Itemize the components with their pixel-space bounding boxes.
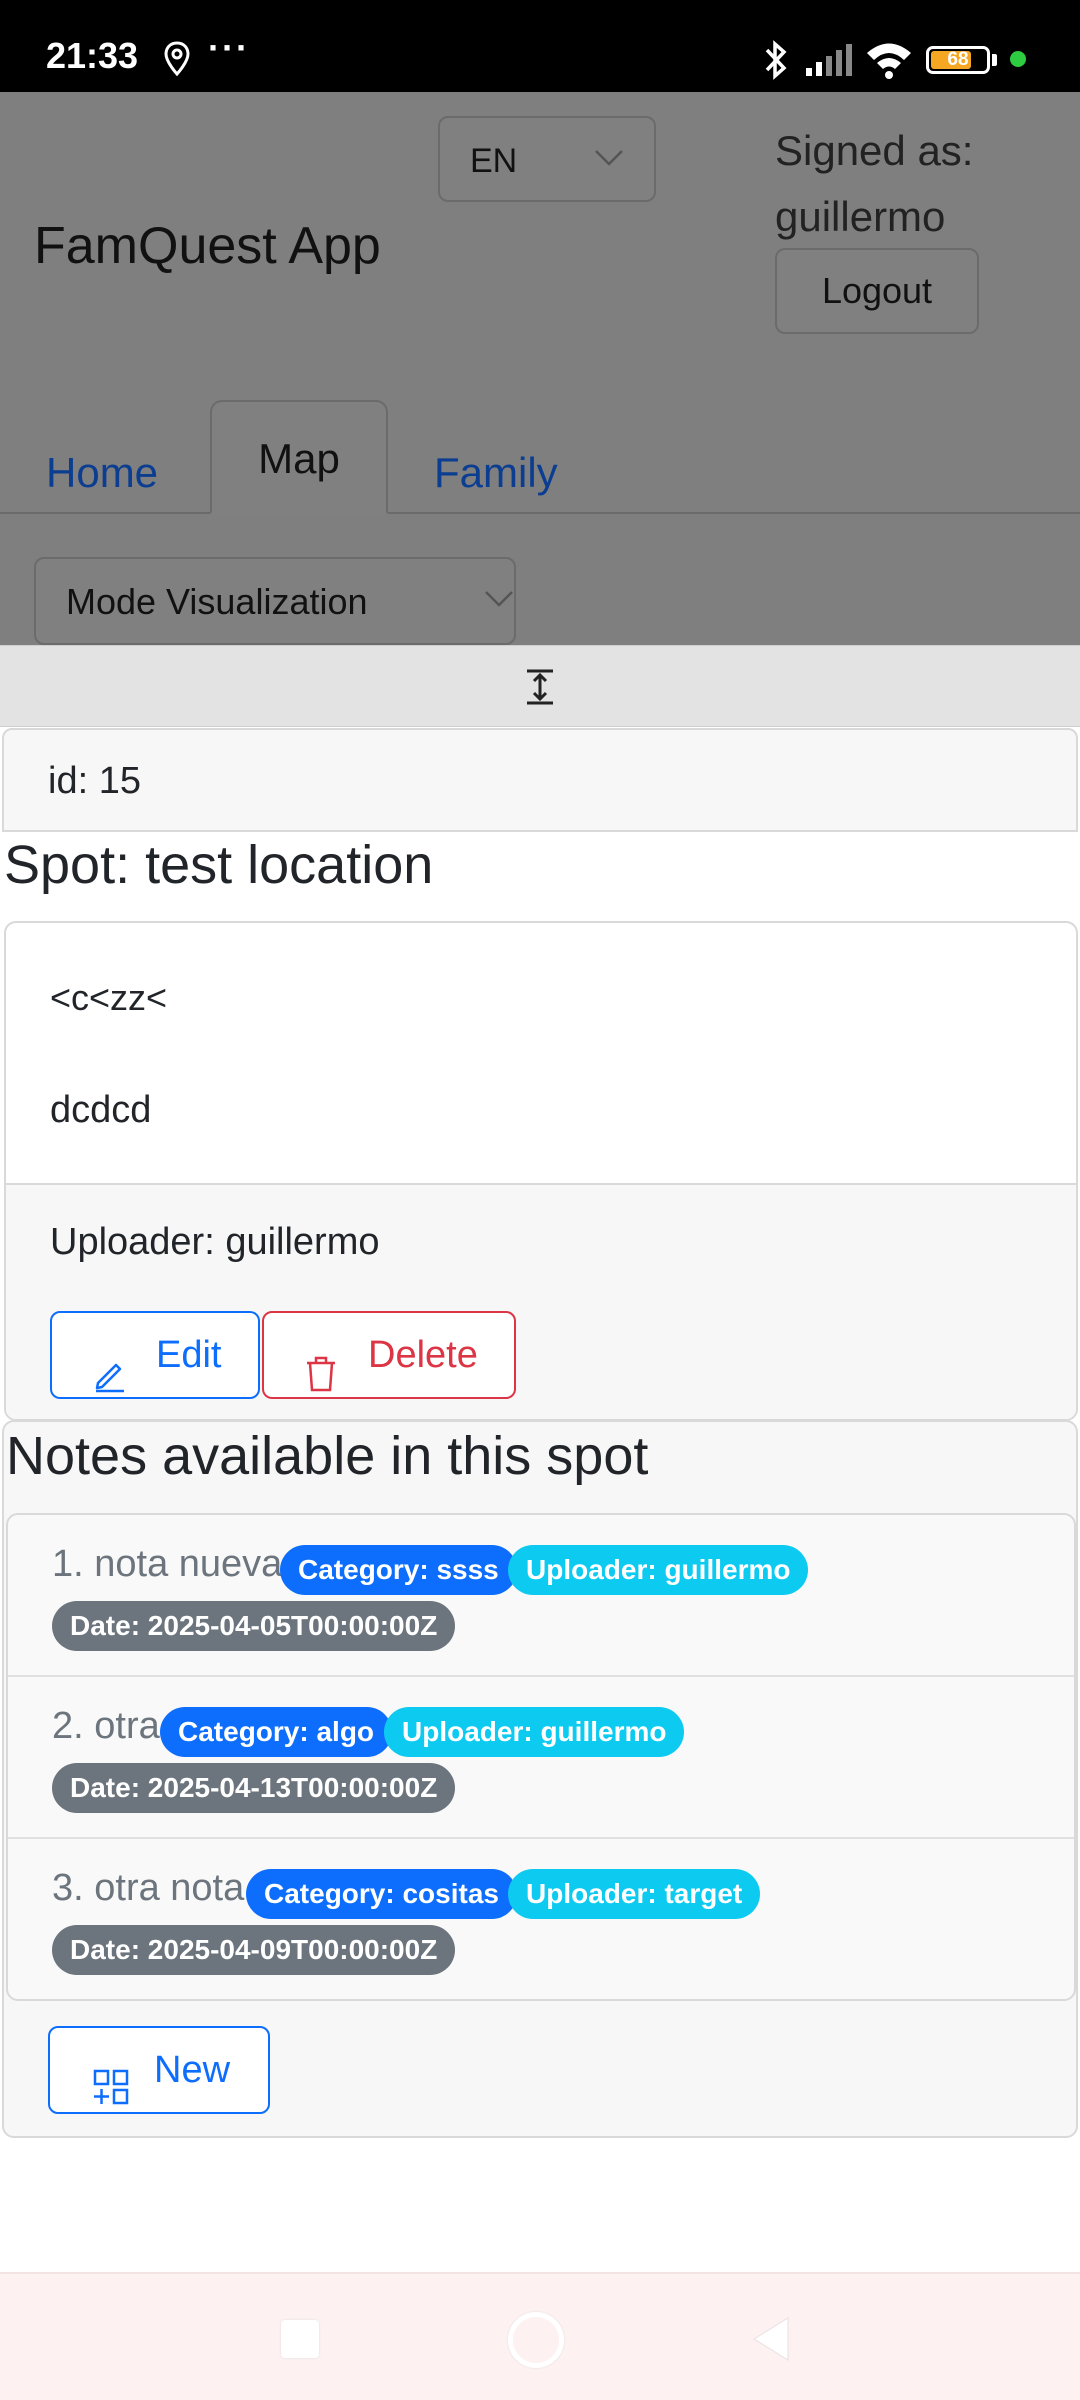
location-icon xyxy=(162,40,192,85)
list-item[interactable]: 2. otra Category: algo Uploader: guiller… xyxy=(8,1677,1074,1839)
notes-list: 1. nota nueva Category: ssss Uploader: g… xyxy=(6,1513,1076,2001)
app-title: FamQuest App xyxy=(34,217,381,275)
new-note-label: New xyxy=(154,2049,231,2091)
uploader-badge: Uploader: guillermo xyxy=(384,1707,685,1757)
spot-footer: Uploader: guillermo Edit Delete xyxy=(6,1185,1076,1419)
tab-map[interactable]: Map xyxy=(210,400,388,514)
resize-vertical-icon xyxy=(524,668,556,711)
list-item[interactable]: 3. otra nota Category: cositas Uploader:… xyxy=(8,1839,1074,1999)
spot-uploader: Uploader: guillermo xyxy=(50,1221,380,1263)
recent-apps-button[interactable] xyxy=(281,2320,319,2358)
spot-description-line-1: <c<zz< xyxy=(50,977,168,1018)
status-bar: 21:33 ··· 68 xyxy=(0,0,1080,92)
battery-level: 68 xyxy=(947,49,969,70)
more-dots-icon: ··· xyxy=(208,27,250,68)
category-badge: Category: cositas xyxy=(246,1869,517,1919)
notification-dot xyxy=(1010,51,1026,67)
panel-resize-handle[interactable] xyxy=(0,645,1080,727)
date-badge: Date: 2025-04-13T00:00:00Z xyxy=(52,1763,456,1813)
back-icon[interactable] xyxy=(748,2314,792,2369)
mode-select-value: Mode Visualization xyxy=(66,581,368,622)
spot-card: <c<zz< dcdcd Uploader: guillermo Edit De… xyxy=(4,921,1078,1421)
category-badge: Category: algo xyxy=(160,1707,393,1757)
uploader-badge: Uploader: guillermo xyxy=(508,1545,809,1595)
spot-id-header: id: 15 xyxy=(2,728,1078,832)
wifi-icon xyxy=(864,40,914,85)
delete-button[interactable]: Delete xyxy=(262,1311,516,1399)
note-title: 1. nota nueva xyxy=(52,1543,283,1585)
chevron-down-icon xyxy=(594,148,624,173)
category-badge: Category: ssss xyxy=(280,1545,517,1595)
pencil-icon xyxy=(92,1339,128,1419)
home-button[interactable] xyxy=(508,2312,564,2368)
spot-title: Spot: test location xyxy=(4,835,434,895)
date-badge: Date: 2025-04-09T00:00:00Z xyxy=(52,1925,456,1975)
battery-icon: 68 xyxy=(926,46,990,74)
language-value: EN xyxy=(470,142,518,180)
uploader-badge: Uploader: target xyxy=(508,1869,761,1919)
notes-title: Notes available in this spot xyxy=(6,1426,649,1486)
signed-in-info: Signed as: guillermo xyxy=(775,118,1035,250)
new-note-button[interactable]: New xyxy=(48,2026,270,2114)
signed-username: guillermo xyxy=(775,193,946,240)
language-select[interactable]: EN xyxy=(438,116,656,202)
spot-description: <c<zz< dcdcd xyxy=(6,923,1076,1185)
add-grid-icon xyxy=(92,2052,130,2136)
list-item[interactable]: 1. nota nueva Category: ssss Uploader: g… xyxy=(8,1515,1074,1677)
note-title: 3. otra nota xyxy=(52,1867,245,1909)
signal-icon xyxy=(804,42,854,83)
app-header-overlay: EN FamQuest App Signed as: guillermo Log… xyxy=(0,92,1080,645)
spot-id: id: 15 xyxy=(48,760,141,802)
chevron-down-icon xyxy=(484,589,514,614)
bluetooth-icon xyxy=(762,38,790,87)
trash-icon xyxy=(304,1339,338,1419)
note-title: 2. otra xyxy=(52,1705,160,1747)
spot-description-line-2: dcdcd xyxy=(50,1089,152,1131)
edit-button[interactable]: Edit xyxy=(50,1311,260,1399)
date-badge: Date: 2025-04-05T00:00:00Z xyxy=(52,1601,456,1651)
system-nav-bar xyxy=(0,2272,1080,2400)
mode-select[interactable]: Mode Visualization xyxy=(34,557,516,645)
tab-family[interactable]: Family xyxy=(434,432,558,514)
edit-label: Edit xyxy=(156,1334,222,1376)
logout-button[interactable]: Logout xyxy=(775,248,979,334)
tab-home[interactable]: Home xyxy=(46,432,158,514)
delete-label: Delete xyxy=(368,1334,478,1376)
signed-as-label: Signed as: xyxy=(775,127,974,174)
status-time: 21:33 xyxy=(46,35,139,76)
